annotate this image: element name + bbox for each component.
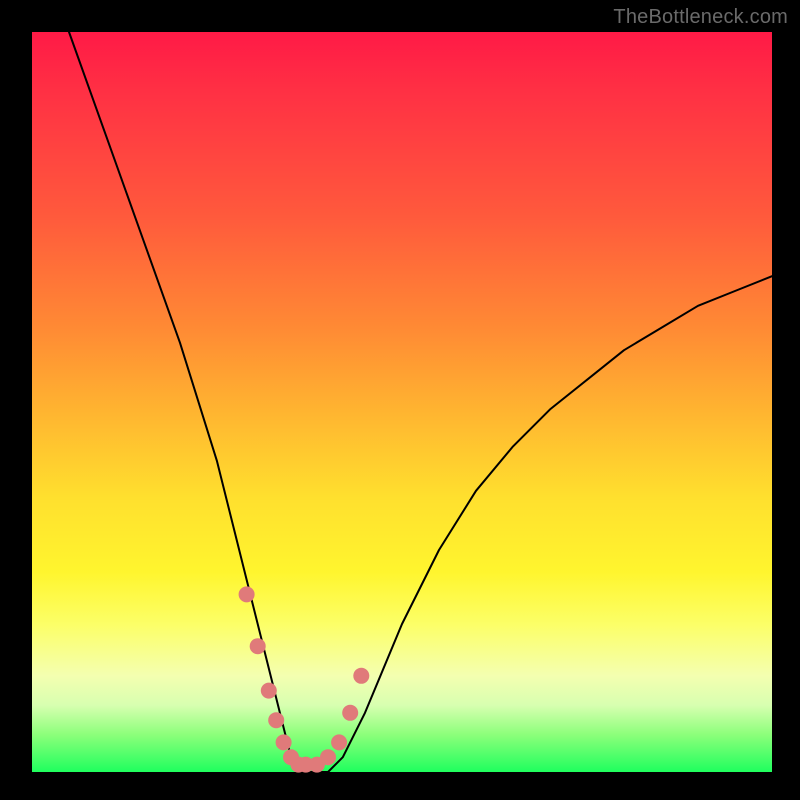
watermark-text: TheBottleneck.com [613, 6, 788, 29]
marker-dot [331, 734, 347, 750]
plot-area [32, 32, 772, 772]
marker-dot [268, 712, 284, 728]
plot-svg [32, 32, 772, 772]
marker-dot [353, 668, 369, 684]
marker-dot [342, 705, 358, 721]
bottleneck-curve [69, 32, 772, 772]
marker-dot [261, 683, 277, 699]
marker-dot [320, 749, 336, 765]
marker-dot [250, 638, 266, 654]
chart-frame: TheBottleneck.com [0, 0, 800, 800]
marker-dot [276, 734, 292, 750]
marker-dot [239, 586, 255, 602]
